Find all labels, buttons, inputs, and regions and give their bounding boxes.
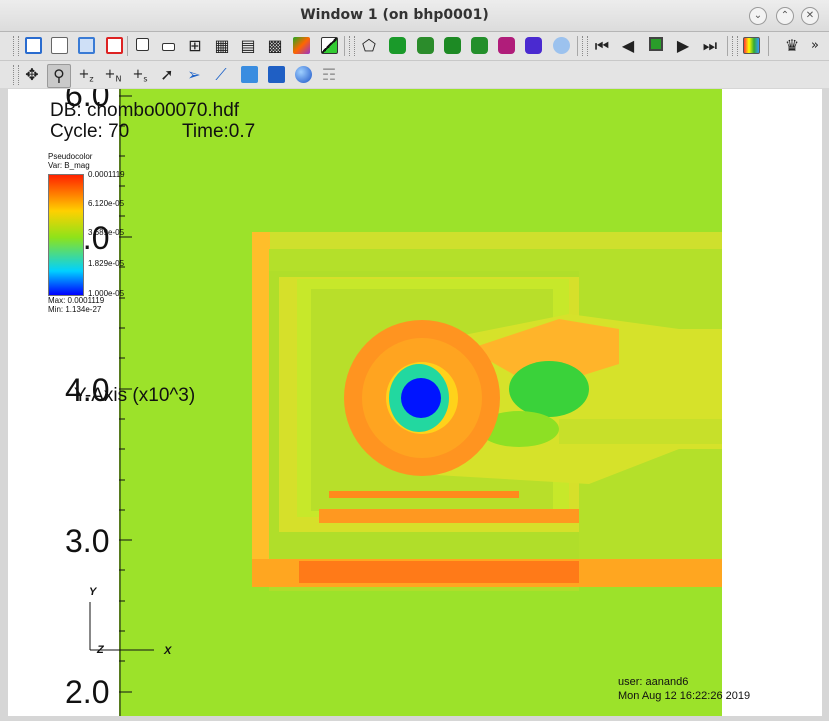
triad-x-label: X	[164, 645, 172, 657]
legend-tick: 6.120e-05	[88, 199, 125, 208]
y-tick-label: 3.0	[65, 523, 110, 559]
legend-tick: 0.0001119	[88, 170, 125, 179]
interaction-toolbar: ✥ ⚲ +z +N +s ➚ ➢ ⟋ ☶	[0, 61, 829, 88]
camera-icon[interactable]	[495, 35, 517, 57]
rewind-icon[interactable]: ⏮	[591, 35, 613, 57]
recenter-icon[interactable]	[550, 35, 572, 57]
legend-max: Max: 0.0001119	[48, 296, 105, 305]
legend-tick: 3.689e-05	[88, 228, 125, 237]
lineout-icon[interactable]: ➚	[156, 64, 178, 86]
clone-window-icon[interactable]	[75, 35, 97, 57]
reset-view-icon[interactable]: ⬠	[358, 35, 380, 57]
colormap-icon[interactable]	[740, 35, 762, 57]
toolbar-grip[interactable]	[582, 36, 588, 56]
navigate-icon[interactable]: ✥	[21, 64, 43, 86]
camera-icon[interactable]	[468, 35, 490, 57]
toolbar-grip[interactable]	[349, 36, 355, 56]
color-legend-bar	[48, 174, 84, 296]
cube-icon[interactable]	[265, 64, 287, 86]
plane-s-icon[interactable]: +s	[129, 64, 151, 86]
date-label: Mon Aug 12 16:22:26 2019	[618, 690, 751, 702]
toolbar-grip[interactable]	[732, 36, 738, 56]
triad-y-label: Y	[89, 586, 97, 598]
layout-2x3-icon[interactable]: ▦	[211, 35, 233, 57]
axis-array-icon[interactable]: ☶	[318, 64, 340, 86]
camera-icon[interactable]	[522, 35, 544, 57]
toolbar-grip[interactable]	[13, 36, 19, 56]
line-icon[interactable]: ⟋	[210, 64, 232, 86]
copy-icon[interactable]	[386, 35, 408, 57]
plane-n-icon[interactable]: +N	[102, 64, 124, 86]
layout-1x2-icon[interactable]	[157, 35, 179, 57]
pseudocolor-plot[interactable]	[119, 89, 722, 716]
legend-variable: Var: B_mag	[48, 161, 90, 170]
layout-1x1-icon[interactable]	[131, 35, 153, 57]
plot-field	[252, 232, 722, 591]
delete-window-icon[interactable]	[103, 35, 125, 57]
y-axis-title: Y-Axis (x10^3)	[74, 385, 196, 406]
cycle-label: Cycle: 70	[50, 121, 130, 142]
overflow-icon[interactable]: »	[804, 35, 826, 57]
legend-min: Min: 1.134e-27	[48, 305, 102, 314]
visualization-window[interactable]: 6.0 5.0 4.0 3.0 2.0 Y-Axis (x10^3) DB: c…	[8, 89, 822, 716]
new-window-icon[interactable]	[48, 35, 70, 57]
layout-2x4-icon[interactable]: ▤	[237, 35, 259, 57]
database-label: DB: chombo00070.hdf	[50, 100, 240, 121]
close-icon[interactable]: ✕	[801, 7, 819, 25]
window-title: Window 1 (on bhp0001)	[300, 7, 489, 23]
y-tick-label: 2.0	[65, 674, 110, 710]
paste-icon[interactable]	[414, 35, 436, 57]
active-window-icon[interactable]	[22, 35, 44, 57]
layout-3x3-icon[interactable]: ▩	[264, 35, 286, 57]
spin-icon[interactable]	[290, 35, 312, 57]
window-titlebar[interactable]: Window 1 (on bhp0001) ⌄ ⌃ ✕	[0, 0, 829, 32]
back-icon[interactable]: ◀	[617, 35, 639, 57]
camera-icon[interactable]	[441, 35, 463, 57]
pick-icon[interactable]: ➢	[183, 64, 205, 86]
lock-view-icon[interactable]	[318, 35, 340, 57]
legend-plot-type: Pseudocolor	[48, 152, 93, 161]
maximize-icon[interactable]: ⌃	[776, 7, 794, 25]
layout-2x2-icon[interactable]: ⊞	[184, 35, 206, 57]
axis-triad	[89, 602, 154, 651]
toolbar-grip[interactable]	[13, 65, 19, 85]
zoom-icon[interactable]: ⚲	[47, 64, 71, 88]
minimize-icon[interactable]: ⌄	[749, 7, 767, 25]
sphere-icon[interactable]	[292, 64, 314, 86]
stop-icon[interactable]	[645, 35, 667, 57]
main-toolbar: ⊞ ▦ ▤ ▩ ⬠ ⏮ ◀ ▶ ⏭ ♛ »	[0, 32, 829, 61]
time-label: Time:0.7	[182, 121, 256, 142]
box-icon[interactable]	[238, 64, 260, 86]
play-icon[interactable]: ▶	[672, 35, 694, 57]
triad-z-label: Z	[97, 644, 104, 656]
plane-z-icon[interactable]: +z	[75, 64, 97, 86]
user-label: user: aanand6	[618, 676, 689, 688]
legend-tick: 1.829e-05	[88, 259, 125, 268]
forward-icon[interactable]: ⏭	[699, 35, 721, 57]
extras-icon[interactable]: ♛	[781, 35, 803, 57]
